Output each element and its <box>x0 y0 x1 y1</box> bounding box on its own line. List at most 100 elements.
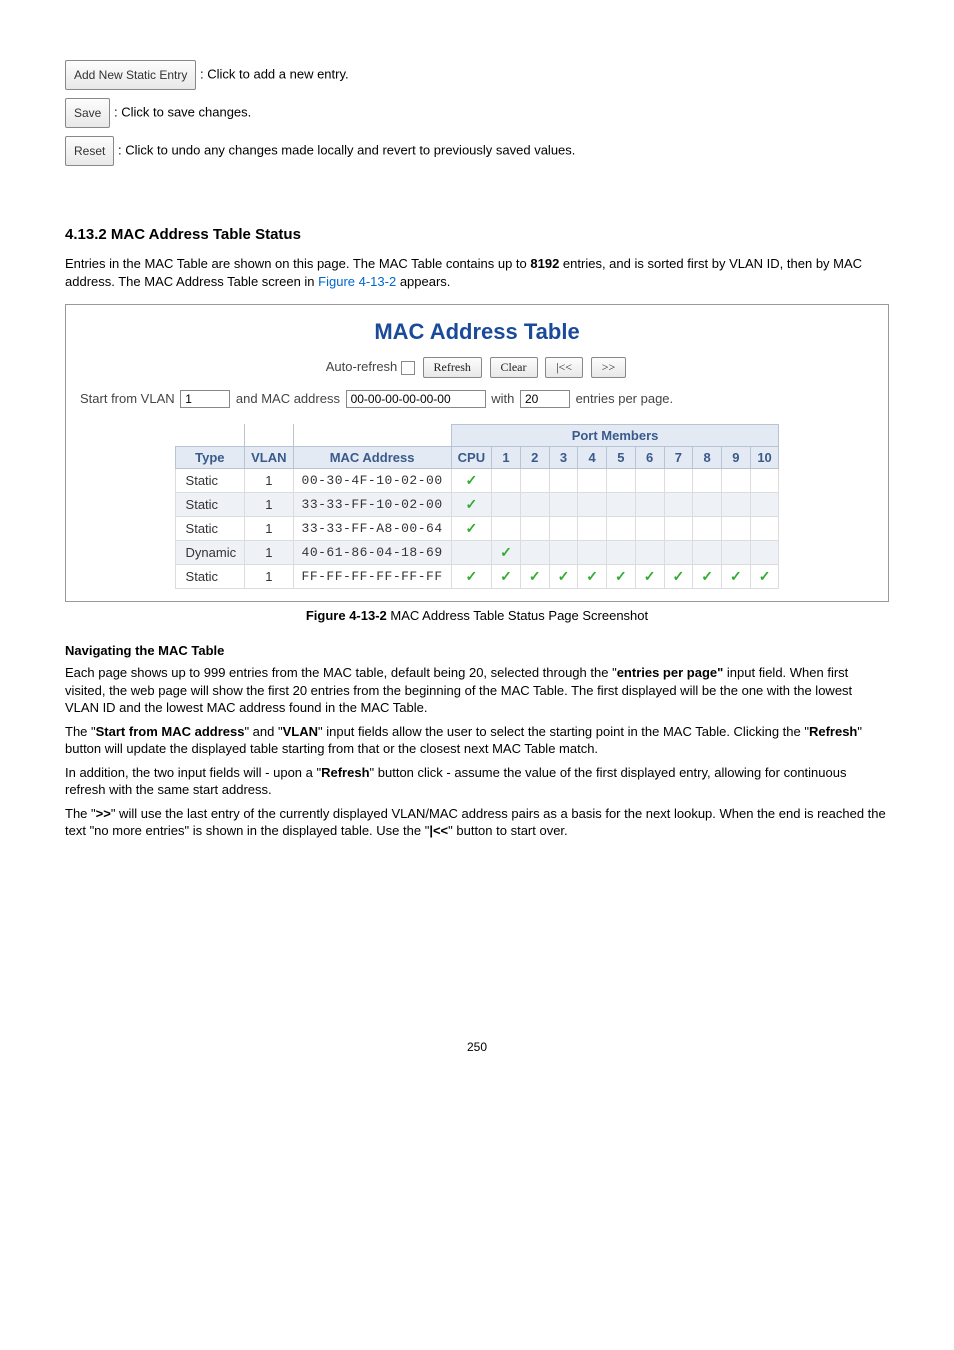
cell-port <box>635 541 664 565</box>
table-row: Static133-33-FF-A8-00-64✓ <box>175 517 779 541</box>
cell-vlan: 1 <box>245 517 293 541</box>
cell-port <box>492 517 521 541</box>
cell-port <box>750 541 779 565</box>
nav-p4b: >> <box>96 806 111 821</box>
start-mac-input[interactable] <box>346 390 486 408</box>
cell-port <box>750 469 779 493</box>
cell-port <box>635 493 664 517</box>
check-icon: ✓ <box>615 568 627 584</box>
cell-port <box>492 493 521 517</box>
nav-p4d: |<< <box>429 823 448 838</box>
clear-button[interactable]: Clear <box>490 357 538 378</box>
nav-p2c: " and " <box>244 724 282 739</box>
cell-type: Static <box>175 469 245 493</box>
check-icon: ✓ <box>730 568 742 584</box>
cell-port: ✓ <box>492 565 521 589</box>
cell-port: ✓ <box>721 565 750 589</box>
cell-port <box>721 541 750 565</box>
check-icon: ✓ <box>466 472 478 488</box>
nav-p3b: Refresh <box>321 765 369 780</box>
cell-vlan: 1 <box>245 469 293 493</box>
cell-port <box>549 493 578 517</box>
cell-type: Static <box>175 517 245 541</box>
figure-caption-num: Figure 4-13-2 <box>306 608 387 623</box>
cell-port <box>578 493 607 517</box>
cell-port <box>578 541 607 565</box>
col-port-7: 7 <box>664 447 693 469</box>
nav-p1b: entries per page" <box>617 665 724 680</box>
nav-p1a: Each page shows up to 999 entries from t… <box>65 665 617 680</box>
cell-type: Static <box>175 565 245 589</box>
col-port-8: 8 <box>693 447 722 469</box>
nav-p2f: Refresh <box>809 724 857 739</box>
cell-port <box>520 493 549 517</box>
start-vlan-label: Start from VLAN <box>80 391 175 406</box>
nav-p4a: The " <box>65 806 96 821</box>
cell-port: ✓ <box>492 541 521 565</box>
cell-port: ✓ <box>578 565 607 589</box>
entries-per-page-input[interactable] <box>520 390 570 408</box>
cell-mac: 00-30-4F-10-02-00 <box>293 469 451 493</box>
cell-port <box>520 469 549 493</box>
cell-port: ✓ <box>520 565 549 589</box>
col-port-cpu: CPU <box>451 447 491 469</box>
figure-link[interactable]: Figure 4-13-2 <box>318 274 396 289</box>
check-icon: ✓ <box>466 496 478 512</box>
check-icon: ✓ <box>586 568 598 584</box>
cell-port <box>693 541 722 565</box>
nav-p3: In addition, the two input fields will -… <box>65 764 889 799</box>
auto-refresh-label: Auto-refresh <box>326 359 398 374</box>
cell-port <box>664 493 693 517</box>
cell-port <box>693 517 722 541</box>
nav-p4: The ">>" will use the last entry of the … <box>65 805 889 840</box>
cell-port <box>607 493 636 517</box>
cell-vlan: 1 <box>245 565 293 589</box>
with-label: with <box>491 391 514 406</box>
col-port-6: 6 <box>635 447 664 469</box>
nav-p2a: The " <box>65 724 96 739</box>
first-page-button[interactable]: |<< <box>545 357 583 378</box>
cell-port <box>721 469 750 493</box>
section-title: 4.13.2 MAC Address Table Status <box>65 226 889 243</box>
col-port-9: 9 <box>721 447 750 469</box>
cell-port <box>549 517 578 541</box>
cell-type: Dynamic <box>175 541 245 565</box>
cell-port: ✓ <box>451 517 491 541</box>
cell-port <box>578 517 607 541</box>
start-vlan-input[interactable] <box>180 390 230 408</box>
cell-port <box>664 517 693 541</box>
cell-port: ✓ <box>664 565 693 589</box>
entries-per-page-label: entries per page. <box>576 391 674 406</box>
cell-port: ✓ <box>451 493 491 517</box>
cell-type: Static <box>175 493 245 517</box>
intro-d: appears. <box>396 274 450 289</box>
port-members-header: Port Members <box>451 425 779 447</box>
save-desc: : Click to save changes. <box>114 104 251 119</box>
cell-vlan: 1 <box>245 541 293 565</box>
col-port-5: 5 <box>607 447 636 469</box>
cell-port <box>664 541 693 565</box>
cell-port <box>721 517 750 541</box>
save-button[interactable]: Save <box>65 98 110 128</box>
cell-mac: 33-33-FF-10-02-00 <box>293 493 451 517</box>
check-icon: ✓ <box>558 568 570 584</box>
col-port-2: 2 <box>520 447 549 469</box>
next-page-button[interactable]: >> <box>591 357 627 378</box>
cell-port: ✓ <box>693 565 722 589</box>
auto-refresh-checkbox[interactable] <box>401 361 415 375</box>
intro-count: 8192 <box>530 256 559 271</box>
reset-button[interactable]: Reset <box>65 136 114 166</box>
refresh-button[interactable]: Refresh <box>423 357 482 378</box>
nav-p2e: " input fields allow the user to select … <box>318 724 809 739</box>
cell-port <box>451 541 491 565</box>
nav-p4e: " button to start over. <box>448 823 568 838</box>
table-row: Static1FF-FF-FF-FF-FF-FF✓✓✓✓✓✓✓✓✓✓✓ <box>175 565 779 589</box>
cell-port: ✓ <box>635 565 664 589</box>
cell-port <box>664 469 693 493</box>
screenshot-panel: MAC Address Table Auto-refresh Refresh C… <box>65 304 889 602</box>
cell-port <box>607 469 636 493</box>
add-new-desc: : Click to add a new entry. <box>200 66 349 81</box>
cell-port <box>520 517 549 541</box>
check-icon: ✓ <box>466 520 478 536</box>
add-new-static-entry-button[interactable]: Add New Static Entry <box>65 60 196 90</box>
